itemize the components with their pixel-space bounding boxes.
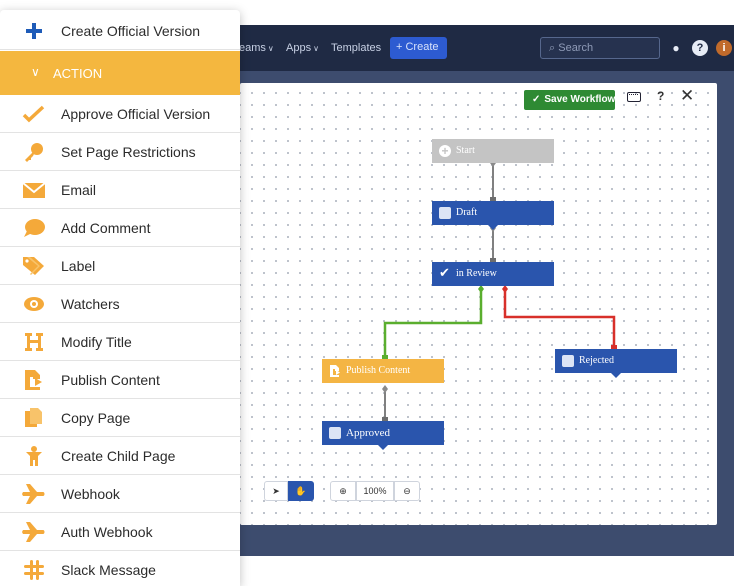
node-draft[interactable]: Draft [432, 201, 554, 230]
nav-apps-link[interactable]: Apps ∨ [286, 42, 319, 54]
menu-item-modify-title[interactable]: Modify Title [0, 323, 240, 361]
add-circle-icon: + [439, 145, 451, 157]
zoom-level: 100% [356, 481, 394, 501]
airplane-icon [22, 484, 45, 504]
help-icon[interactable]: ? [692, 40, 708, 56]
search-icon: ⌕ [549, 42, 556, 54]
envelope-icon [22, 182, 46, 198]
connector-dot [478, 285, 484, 293]
action-dropdown-menu: Create Official Version ∨ ACTION Approve… [0, 10, 240, 586]
notification-icon[interactable]: ● [668, 40, 684, 56]
node-rejected[interactable]: Rejected [555, 349, 677, 378]
node-start[interactable]: + Start [432, 139, 554, 163]
node-publish-content[interactable]: Publish Content [322, 359, 444, 383]
status-square-icon [439, 207, 451, 219]
copy-icon [25, 408, 42, 427]
plus-icon [26, 23, 42, 39]
connector-dot [382, 385, 388, 393]
publish-document-icon [330, 365, 340, 377]
menu-item-publish-content[interactable]: Publish Content [0, 361, 240, 399]
node-arrow [378, 445, 388, 450]
nav-teams-link[interactable]: eams ∨ [239, 42, 274, 54]
menu-item-watchers[interactable]: Watchers [0, 285, 240, 323]
menu-item-set-page-restrictions[interactable]: Set Page Restrictions [0, 133, 240, 171]
menu-item-create-official-version[interactable]: Create Official Version [0, 12, 240, 50]
node-in-review[interactable]: ✔ in Review [432, 262, 554, 286]
status-square-icon [329, 427, 341, 439]
checkmark-icon [22, 105, 45, 123]
eye-icon [24, 297, 44, 311]
key-icon [25, 143, 43, 162]
airplane-icon [22, 522, 45, 542]
pointer-tool-icon[interactable]: ➤ [264, 481, 288, 501]
menu-item-copy-page[interactable]: Copy Page [0, 399, 240, 437]
hand-tool-icon[interactable]: ✋ [288, 481, 314, 501]
app-window: eams ∨ Apps ∨ Templates + Create ⌕ Search … [225, 25, 734, 556]
zoom-in-icon[interactable]: ⊕ [330, 481, 356, 501]
connector-dot [502, 285, 508, 293]
menu-item-email[interactable]: Email [0, 171, 240, 209]
avatar[interactable]: i [716, 40, 732, 56]
slack-icon [24, 560, 44, 580]
create-button[interactable]: + Create [390, 37, 447, 59]
top-navigation-bar: eams ∨ Apps ∨ Templates + Create ⌕ Search … [225, 25, 734, 71]
menu-item-approve-official-version[interactable]: Approve Official Version [0, 95, 240, 133]
child-person-icon [26, 446, 42, 466]
tag-icon [23, 257, 44, 275]
speech-bubble-icon [24, 219, 45, 237]
publish-document-icon [25, 370, 42, 390]
node-arrow [488, 225, 498, 230]
chevron-down-icon: ∨ [31, 65, 40, 79]
nav-templates-link[interactable]: Templates [331, 42, 381, 54]
zoom-out-icon[interactable]: ⊖ [394, 481, 420, 501]
menu-item-slack-message[interactable]: Slack Message [0, 551, 240, 586]
heading-icon [25, 333, 43, 351]
workflow-editor-canvas[interactable]: ✓ Save Workflow ? ✕ + Start Draft ✔ in R… [240, 83, 717, 525]
menu-item-label[interactable]: Label [0, 247, 240, 285]
approve-transition-line [383, 287, 483, 359]
node-arrow [611, 373, 621, 378]
action-section-header[interactable]: ∨ ACTION [0, 51, 240, 95]
search-input[interactable]: ⌕ Search [540, 37, 660, 59]
node-approved[interactable]: Approved [322, 421, 444, 450]
menu-item-add-comment[interactable]: Add Comment [0, 209, 240, 247]
menu-item-auth-webhook[interactable]: Auth Webhook [0, 513, 240, 551]
menu-item-webhook[interactable]: Webhook [0, 475, 240, 513]
checkmark-icon: ✔ [439, 266, 450, 281]
status-square-icon [562, 355, 574, 367]
reject-transition-line [503, 287, 616, 349]
menu-item-create-child-page[interactable]: Create Child Page [0, 437, 240, 475]
